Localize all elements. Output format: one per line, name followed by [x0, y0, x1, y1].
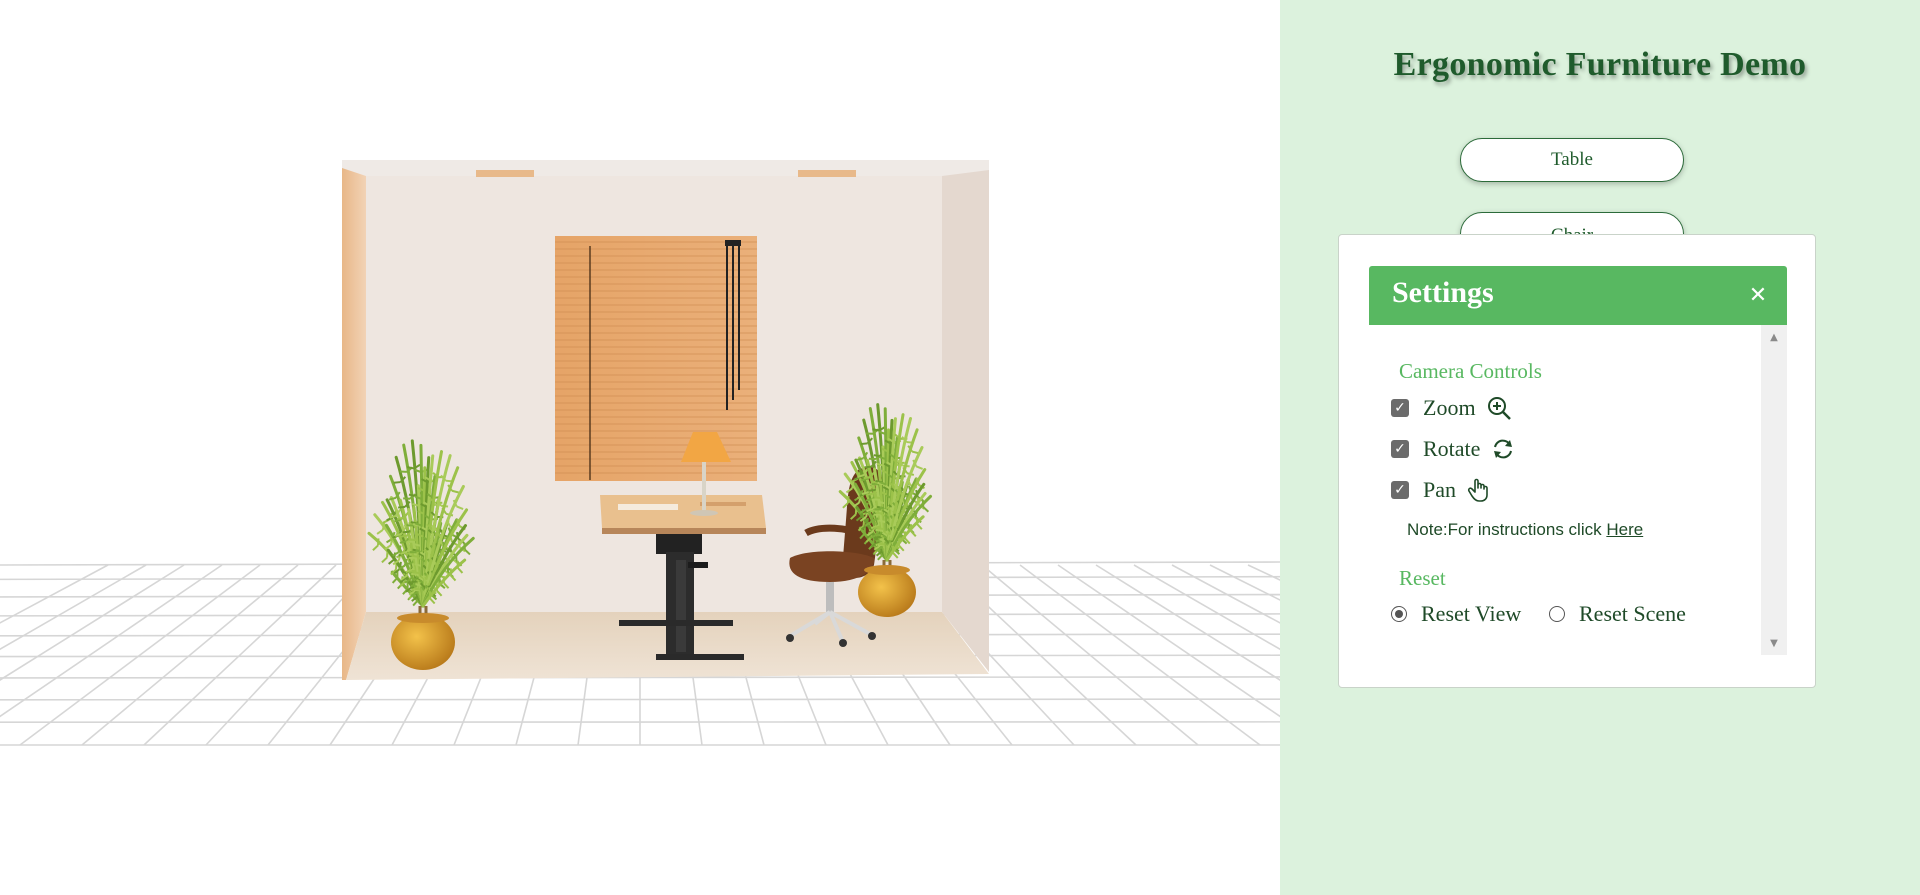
- room-scene[interactable]: [0, 0, 1280, 895]
- scroll-down-arrow-icon[interactable]: ▼: [1761, 633, 1787, 653]
- checkmark-icon: ✓: [1394, 482, 1406, 498]
- camera-controls-title: Camera Controls: [1399, 359, 1542, 383]
- ceiling-light-left: [476, 170, 534, 177]
- rotate-option: ✓ Rotate: [1391, 436, 1516, 462]
- settings-header: Settings ✕: [1369, 266, 1787, 325]
- room-ceiling: [342, 160, 989, 176]
- reset-view-radio[interactable]: [1391, 606, 1407, 622]
- scroll-up-arrow-icon[interactable]: ▲: [1761, 327, 1787, 347]
- reset-view-option: Reset View: [1391, 601, 1521, 627]
- 3d-viewport[interactable]: [0, 0, 1280, 895]
- pan-option: ✓ Pan: [1391, 477, 1492, 503]
- hand-pan-icon: [1466, 477, 1492, 503]
- room-right-wall: [942, 168, 989, 672]
- app-title: Ergonomic Furniture Demo: [1393, 46, 1807, 83]
- zoom-in-icon: [1486, 395, 1512, 421]
- reset-scene-radio[interactable]: [1549, 606, 1565, 622]
- instructions-link[interactable]: Here: [1606, 520, 1643, 539]
- radio-selected-dot: [1395, 610, 1403, 618]
- close-button[interactable]: ✕: [1743, 278, 1773, 312]
- zoom-option: ✓ Zoom: [1391, 395, 1512, 421]
- reset-view-label: Reset View: [1421, 601, 1522, 626]
- rotate-checkbox[interactable]: ✓: [1391, 440, 1409, 458]
- ceiling-light-right: [798, 170, 856, 177]
- pan-checkbox[interactable]: ✓: [1391, 481, 1409, 499]
- checkmark-icon: ✓: [1394, 400, 1406, 416]
- pan-label: Pan: [1423, 477, 1456, 502]
- rotate-icon: [1490, 436, 1516, 462]
- table-button[interactable]: Table: [1460, 138, 1684, 182]
- settings-title: Settings: [1392, 276, 1494, 309]
- reset-scene-option: Reset Scene: [1549, 601, 1686, 627]
- zoom-checkbox[interactable]: ✓: [1391, 399, 1409, 417]
- rotate-label: Rotate: [1423, 436, 1481, 461]
- close-icon: ✕: [1748, 282, 1768, 308]
- note-text: Note:For instructions click: [1407, 520, 1607, 539]
- window-blind: [555, 236, 757, 481]
- room-left-wall: [342, 165, 366, 680]
- settings-body[interactable]: Camera Controls ✓ Zoom ✓ Rotate ✓ Pan No…: [1369, 325, 1787, 655]
- checkmark-icon: ✓: [1394, 441, 1406, 457]
- side-panel: Ergonomic Furniture Demo Table Chair Set…: [1280, 0, 1920, 895]
- instructions-note: Note:For instructions click Here: [1407, 520, 1643, 540]
- reset-scene-label: Reset Scene: [1579, 601, 1686, 626]
- reset-section-title: Reset: [1399, 566, 1446, 590]
- settings-scrollbar[interactable]: ▲ ▼: [1761, 325, 1787, 655]
- zoom-label: Zoom: [1423, 395, 1476, 420]
- settings-modal: Settings ✕ Camera Controls ✓ Zoom ✓ Rota…: [1338, 234, 1816, 688]
